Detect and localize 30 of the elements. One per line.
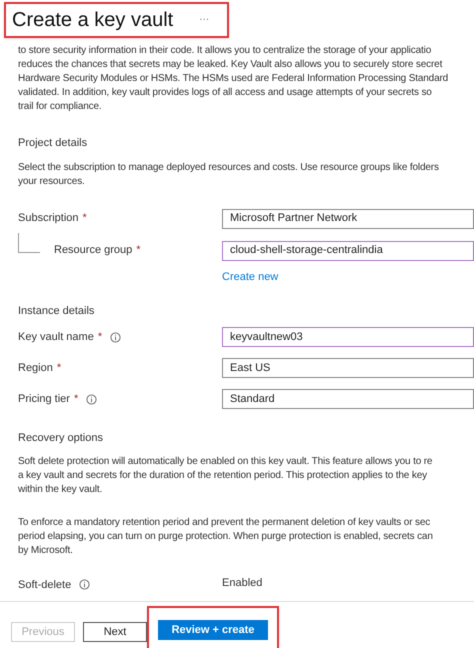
review-create-button[interactable]: Review + create bbox=[158, 620, 268, 640]
intro-paragraph: to store security information in their code. It allows you to centralize the storage of your applicatio reduces the chances that secrets may be leaked. Key Vault also allows you to securely store secret Hardware Security Modules or HSMs. The HSMs used are Federal Information Processing Standard validated. In addition, key vault provides logs of all access and usage attempts of your secrets so trail for compliance. bbox=[18, 44, 448, 114]
section-heading: Recovery options bbox=[18, 431, 104, 446]
field-label: Region bbox=[18, 360, 53, 376]
required-asterisk: * bbox=[82, 211, 87, 226]
input-field[interactable]: East US bbox=[222, 358, 474, 378]
input-field[interactable]: Microsoft Partner Network bbox=[222, 208, 474, 228]
field-label: Key vault name bbox=[18, 330, 94, 345]
required-asterisk: * bbox=[136, 243, 141, 258]
input-field[interactable]: Standard bbox=[222, 389, 474, 409]
field-label: Subscription bbox=[18, 211, 79, 226]
section-description: Select the subscription to manage deployed resources and costs. Use resource groups like folders your resources. bbox=[18, 160, 439, 188]
required-asterisk: * bbox=[56, 360, 62, 376]
input-field[interactable]: cloud-shell-storage-centralindia bbox=[222, 240, 474, 260]
field-label: Resource group bbox=[54, 243, 132, 258]
wizard-button[interactable]: Next bbox=[83, 622, 147, 642]
page-title: Create a key vault bbox=[12, 8, 174, 33]
required-asterisk: * bbox=[98, 330, 102, 345]
section-heading: Instance details bbox=[18, 304, 96, 318]
recovery-paragraph: To enforce a mandatory retention period and prevent the permanent deletion of key vaults or sec period elapsing, you can turn on purge protection. When purge protection is enabled, secrets can by Microsoft. bbox=[18, 516, 433, 558]
recovery-paragraph: Soft delete protection will automatically be enabled on this key vault. This feature allows you to re a key vault and secrets for the duration of the retention period. This protection applies to the key within the key vault. bbox=[18, 454, 432, 496]
more-button[interactable]: ··· bbox=[199, 15, 210, 25]
tree-connector bbox=[18, 232, 40, 253]
input-field[interactable]: keyvaultnew03 bbox=[222, 327, 474, 347]
create-new-link[interactable]: Create new bbox=[222, 270, 278, 282]
field-label: Pricing tier bbox=[18, 392, 70, 407]
required-asterisk: * bbox=[74, 392, 78, 407]
section-heading: Project details bbox=[18, 136, 88, 151]
field-label: Soft-delete bbox=[18, 578, 72, 592]
soft-delete-value: Enabled bbox=[222, 576, 262, 590]
